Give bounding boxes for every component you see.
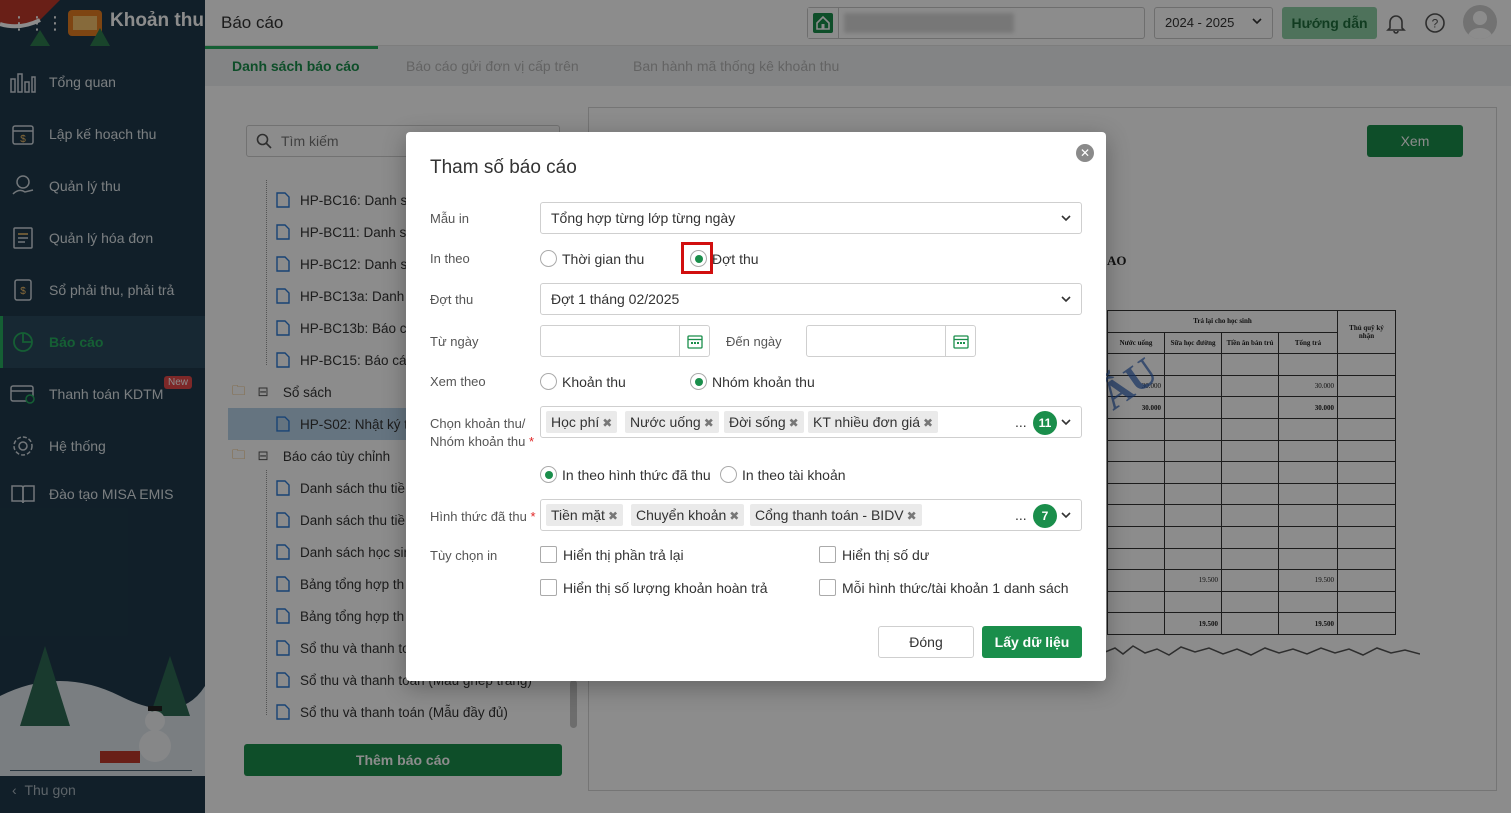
tag-label: Nước uống xyxy=(630,414,701,430)
payment-method-multiselect[interactable]: Tiền mặt ✖ Chuyển khoản ✖ Cổng thanh toán … xyxy=(540,499,1082,531)
highlight-box xyxy=(681,242,713,274)
template-label: Mẫu in xyxy=(430,211,470,226)
tag-label: Học phí xyxy=(551,414,600,430)
period-select[interactable]: Đợt 1 tháng 02/2025 xyxy=(540,283,1082,315)
radio-print-by-account[interactable]: In theo tài khoản xyxy=(720,466,846,483)
fee-tag[interactable]: Đời sống ✖ xyxy=(724,411,804,433)
get-data-button[interactable]: Lấy dữ liệu xyxy=(982,626,1082,658)
required-mark: * xyxy=(530,509,536,524)
checkbox-label: Hiển thị phần trả lại xyxy=(563,546,684,563)
more-tags: ... xyxy=(1015,507,1027,523)
checkbox-label: Hiển thị số dư xyxy=(842,546,930,563)
checkbox-show-refund[interactable]: Hiển thị phần trả lại xyxy=(540,546,684,563)
radio-label: Khoản thu xyxy=(562,373,626,390)
select-fees-label-line2: Nhóm khoản thu xyxy=(430,434,526,449)
chevron-down-icon[interactable] xyxy=(1059,508,1073,525)
checkbox-label: Hiển thị số lượng khoản hoàn trả xyxy=(563,579,768,596)
required-mark: * xyxy=(529,434,535,449)
checkbox-show-refund-count[interactable]: Hiển thị số lượng khoản hoàn trả xyxy=(540,579,768,596)
checkbox-show-balance[interactable]: Hiển thị số dư xyxy=(819,546,929,563)
radio-label: In theo hình thức đã thu xyxy=(562,466,711,483)
radio-label: Thời gian thu xyxy=(562,250,645,267)
select-fees-label: Chọn khoản thu/ Nhóm khoản thu * xyxy=(430,415,534,451)
from-date-field[interactable] xyxy=(540,325,710,357)
from-date-label: Từ ngày xyxy=(430,334,479,349)
fee-tag[interactable]: KT nhiều đơn giá ✖ xyxy=(808,411,939,433)
dialog-title: Tham số báo cáo xyxy=(430,157,577,178)
tag-label: Chuyển khoản xyxy=(636,507,727,523)
checkbox-box xyxy=(540,546,557,563)
remove-tag-icon[interactable]: ✖ xyxy=(907,509,917,523)
checkbox-one-list-per-method[interactable]: Mỗi hình thức/tài khoản 1 danh sách xyxy=(819,579,1069,596)
remove-tag-icon[interactable]: ✖ xyxy=(704,416,714,430)
radio-label: Nhóm khoản thu xyxy=(712,373,815,390)
period-label: Đợt thu xyxy=(430,292,474,307)
template-select[interactable]: Tổng hợp từng lớp từng ngày xyxy=(540,202,1082,234)
method-tag[interactable]: Chuyển khoản ✖ xyxy=(631,504,745,526)
radio-label: In theo tài khoản xyxy=(742,466,846,483)
payment-method-label-text: Hình thức đã thu xyxy=(430,509,527,524)
remove-tag-icon[interactable]: ✖ xyxy=(923,416,933,430)
to-date-label: Đến ngày xyxy=(726,334,782,349)
radio-circle xyxy=(540,373,557,390)
checkbox-box xyxy=(540,579,557,596)
template-value: Tổng hợp từng lớp từng ngày xyxy=(551,210,736,226)
more-tags: ... xyxy=(1015,414,1027,430)
method-tag[interactable]: Tiền mặt ✖ xyxy=(546,504,624,526)
remove-tag-icon[interactable]: ✖ xyxy=(729,509,739,523)
close-button[interactable]: Đóng xyxy=(878,626,974,658)
select-fees-label-line1: Chọn khoản thu/ xyxy=(430,416,526,431)
radio-fee[interactable]: Khoản thu xyxy=(540,373,626,390)
tag-label: Đời sống xyxy=(729,414,786,430)
fees-multiselect[interactable]: Học phí ✖ Nước uống ✖ Đời sống ✖ KT nhiều đ… xyxy=(540,406,1082,438)
fee-tag[interactable]: Nước uống ✖ xyxy=(625,411,719,433)
selected-count-badge: 11 xyxy=(1033,411,1057,435)
close-icon[interactable]: ✕ xyxy=(1076,144,1094,162)
radio-fee-group[interactable]: Nhóm khoản thu xyxy=(690,373,815,390)
remove-tag-icon[interactable]: ✖ xyxy=(789,416,799,430)
chevron-down-icon[interactable] xyxy=(1059,415,1073,432)
to-date-field[interactable] xyxy=(806,325,976,357)
fee-tag[interactable]: Học phí ✖ xyxy=(546,411,618,433)
radio-circle xyxy=(540,250,557,267)
radio-circle xyxy=(720,466,737,483)
method-tag[interactable]: Cổng thanh toán - BIDV ✖ xyxy=(750,504,922,526)
view-by-label: Xem theo xyxy=(430,374,486,389)
print-options-label: Tùy chọn in xyxy=(430,548,498,563)
radio-collection-time[interactable]: Thời gian thu xyxy=(540,250,644,267)
radio-circle-selected xyxy=(540,466,557,483)
radio-circle-selected xyxy=(690,373,707,390)
checkbox-box xyxy=(819,579,836,596)
remove-tag-icon[interactable]: ✖ xyxy=(602,416,612,430)
print-by-label: In theo xyxy=(430,251,470,266)
remove-tag-icon[interactable]: ✖ xyxy=(608,509,618,523)
calendar-icon[interactable] xyxy=(679,326,709,356)
radio-print-by-method[interactable]: In theo hình thức đã thu xyxy=(540,466,711,483)
tag-label: KT nhiều đơn giá xyxy=(813,414,920,430)
payment-method-label: Hình thức đã thu * xyxy=(430,509,536,524)
tag-label: Cổng thanh toán - BIDV xyxy=(755,507,904,523)
period-value: Đợt 1 tháng 02/2025 xyxy=(551,291,680,307)
checkbox-label: Mỗi hình thức/tài khoản 1 danh sách xyxy=(842,579,1069,596)
chevron-down-icon xyxy=(1059,211,1073,228)
radio-label: Đợt thu xyxy=(712,250,759,267)
chevron-down-icon xyxy=(1059,292,1073,309)
checkbox-box xyxy=(819,546,836,563)
report-parameters-dialog: Tham số báo cáo ✕ Mẫu in Tổng hợp từng l… xyxy=(406,132,1106,681)
selected-count-badge: 7 xyxy=(1033,504,1057,528)
tag-label: Tiền mặt xyxy=(551,507,605,523)
calendar-icon[interactable] xyxy=(945,326,975,356)
